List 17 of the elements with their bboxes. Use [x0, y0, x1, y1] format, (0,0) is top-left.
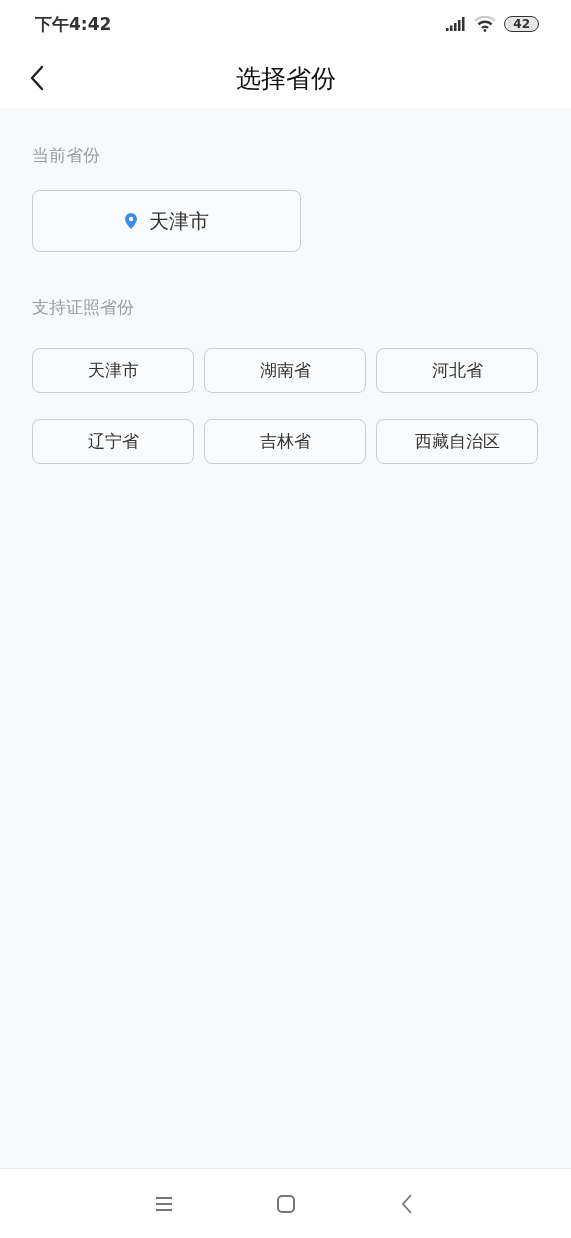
page-title: 选择省份	[235, 62, 336, 95]
province-button[interactable]: 湖南省	[204, 348, 366, 393]
back-icon[interactable]	[28, 64, 46, 92]
province-button[interactable]: 西藏自治区	[376, 419, 538, 464]
location-pin-icon	[124, 213, 137, 229]
battery-indicator: 42	[504, 16, 539, 32]
home-icon[interactable]	[274, 1192, 297, 1215]
wifi-icon	[474, 16, 497, 32]
signal-icon	[446, 17, 467, 31]
province-button[interactable]: 吉林省	[204, 419, 366, 464]
province-button[interactable]: 天津市	[32, 348, 194, 393]
section-label: 支持证照省份	[32, 296, 134, 319]
province-button[interactable]: 河北省	[376, 348, 538, 393]
status-time: 下午4:42	[35, 12, 112, 36]
section-label: 当前省份	[32, 144, 100, 167]
province-button[interactable]: 辽宁省	[32, 419, 194, 464]
current-province-button[interactable]: 天津市	[32, 190, 301, 252]
